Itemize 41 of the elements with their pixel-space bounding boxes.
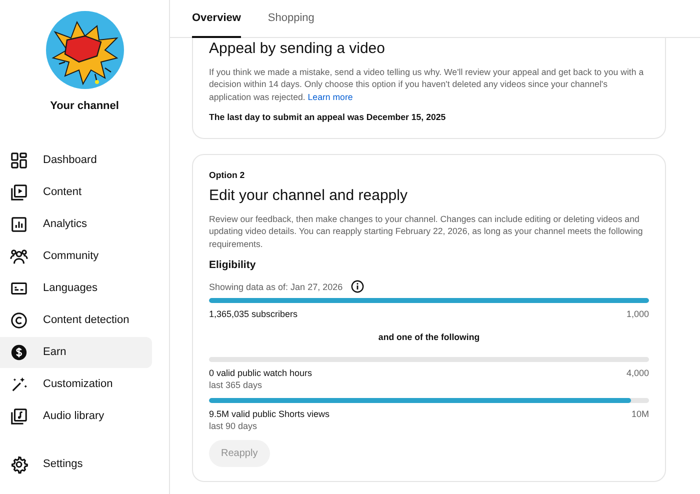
sidebar-item[interactable]: Community [0, 240, 152, 272]
sidebar-item[interactable]: Audio library [0, 400, 152, 432]
sidebar-item[interactable]: Earn [0, 336, 152, 368]
card-title: Edit your channel and reapply [209, 186, 408, 206]
target-value: 1,000 [626, 308, 649, 320]
requirement-label: 1,365,035 subscribers [209, 308, 298, 320]
sidebar-item[interactable]: Settings [0, 448, 152, 480]
target-value: 4,000 [626, 367, 649, 380]
period-text: last 90 days [209, 420, 258, 432]
sidebar-item[interactable]: Content detection [0, 304, 152, 336]
learn-more-link[interactable]: Learn more [308, 92, 353, 102]
target-value: 10M [631, 408, 649, 420]
bar-chart-icon [10, 214, 28, 234]
data-date-text: Showing data as of: Jan 27, 2026 [209, 280, 343, 293]
video-stack-icon [10, 182, 28, 202]
sidebar-item[interactable]: Customization [0, 368, 152, 400]
card-title: Appeal by sending a video [209, 39, 386, 59]
magic-wand-icon [10, 374, 28, 394]
tab[interactable]: Overview [192, 0, 241, 38]
section-divider-text: and one of the following [377, 331, 481, 344]
deadline-text: The last day to submit an appeal was December 15, 2025 [209, 111, 447, 124]
settings-icon [10, 454, 28, 474]
sidebar-item[interactable]: Analytics [0, 208, 152, 240]
dashboard-icon [10, 150, 28, 170]
sidebar-item[interactable]: Dashboard [0, 144, 152, 176]
info-icon[interactable] [350, 280, 364, 294]
channel-name[interactable]: Your channel [50, 98, 119, 114]
music-library-icon [10, 406, 28, 426]
sidebar-item[interactable]: Content [0, 176, 152, 208]
card-description: If you think we made a mistake, send a video telling us why. We'll review your appeal and get back to you with a decision within 14 days. Only choose this option if you haven't deleted any videos since your channel's application was rejected. Learn more [209, 66, 645, 103]
period-text: last 365 days [209, 379, 264, 392]
section-heading: Eligibility [209, 258, 257, 274]
dollar-icon [10, 342, 28, 362]
tab[interactable]: Shopping [268, 0, 314, 38]
sidebar-item[interactable]: Languages [0, 272, 152, 304]
option-label: Option 2 [209, 169, 246, 182]
people-icon [10, 246, 28, 266]
card-description: Review our feedback, then make changes to your channel. Changes can include editing or deleting videos and updating video details. You can reapply starting February 22, 2026, as long as your channel meets the following requirements. [209, 212, 644, 250]
requirement-label: 0 valid public watch hours [209, 367, 312, 380]
requirement-label: 9.5M valid public Shorts views [209, 408, 330, 420]
copyright-icon [10, 310, 28, 330]
